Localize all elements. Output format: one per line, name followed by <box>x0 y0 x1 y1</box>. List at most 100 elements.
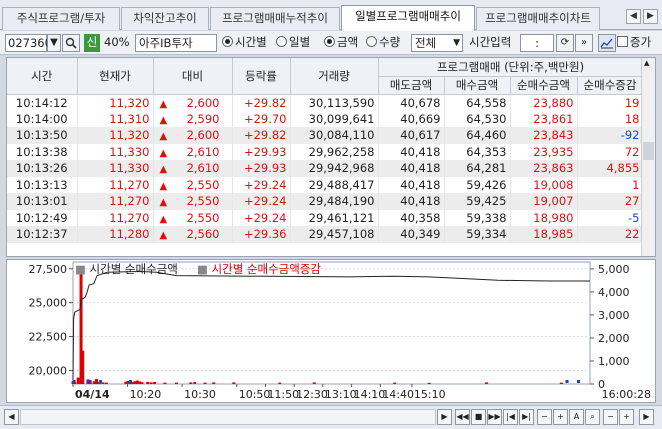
change-value-wrapper: 2,600 <box>170 96 220 110</box>
cell-volume: 29,461,121 <box>290 209 379 226</box>
table-row[interactable]: 10:14:00 11,310 ▲ 2,590 +29.70 30,099,641 40,6… <box>7 110 644 127</box>
header-buy[interactable]: 매수금액 <box>444 76 511 95</box>
legend-net-buy: ■ 시간별 순매수금액 <box>75 261 178 277</box>
bar-increase <box>95 378 99 384</box>
header-net-change[interactable]: 순매수증감 <box>577 76 644 95</box>
zoom-out-button[interactable]: − <box>537 409 552 425</box>
scroll-up-icon[interactable]: ▲ <box>644 59 649 67</box>
header-change[interactable]: 대비 <box>153 58 233 95</box>
tab-scroll-right-button[interactable]: ▶ <box>643 9 658 24</box>
up-triangle-icon: ▲ <box>159 114 168 126</box>
cell-net: 23,861 <box>510 110 578 127</box>
table-row[interactable]: 10:13:13 11,270 ▲ 2,550 +29.24 29,488,417 40,4… <box>7 176 644 193</box>
bar-decrease <box>128 380 132 383</box>
cell-buy: 64,460 <box>444 127 511 144</box>
cell-sell: 40,358 <box>378 209 445 226</box>
table-row[interactable]: 10:13:26 11,330 ▲ 2,610 +29.93 29,942,968 40,4… <box>7 160 644 177</box>
tab-program-trend-chart[interactable]: 프로그램매매추이차트 <box>476 7 600 30</box>
next-icon[interactable]: » <box>575 34 593 52</box>
stock-code-input[interactable]: 027360 <box>5 34 52 52</box>
magnifier-icon[interactable]: ⌕ <box>585 409 600 425</box>
zoom-plus-icon[interactable]: + <box>619 409 634 425</box>
bar-increase <box>278 382 282 384</box>
cell-change: ▲ 2,600 <box>153 127 233 144</box>
header-price[interactable]: 현재가 <box>77 58 154 95</box>
tab-daily-program-trend[interactable]: 일별프로그램매매추이 <box>341 5 475 31</box>
cell-time: 10:13:50 <box>7 127 78 144</box>
scroll-right-button[interactable]: ▶ <box>437 409 452 425</box>
chart-scroll-track[interactable] <box>20 409 436 425</box>
grid-vertical-scrollbar[interactable]: ▲ <box>641 58 655 256</box>
rewind-button[interactable]: ◀◀ <box>455 409 470 425</box>
cell-rate: +29.93 <box>232 143 291 160</box>
data-table: 시간 현재가 대비 등락률 거래량 프로그램매매 (단위:주,백만원) 매도금액… <box>7 58 644 243</box>
chevron-down-icon: ▼ <box>453 38 460 48</box>
legend-net-change: ■ 시간별 순매수금액증감 <box>197 261 321 277</box>
table-row[interactable]: 10:13:38 11,330 ▲ 2,610 +29.93 29,962,258 40,4… <box>7 143 644 160</box>
y-right-tick-label: 5,000 <box>598 263 630 276</box>
tab-stock-program-investor[interactable]: 주식프로그램/투자 <box>2 7 120 30</box>
program-trade-grid: 시간 현재가 대비 등락률 거래량 프로그램매매 (단위:주,백만원) 매도금액… <box>6 57 656 257</box>
step-forward-button[interactable]: ▶| <box>519 409 534 425</box>
tab-scroll-left-button[interactable]: ◀ <box>626 9 641 24</box>
header-sell[interactable]: 매도금액 <box>378 76 445 95</box>
cell-buy: 59,426 <box>444 176 511 193</box>
radio-time[interactable]: 시간별 <box>222 34 267 52</box>
radio-quantity[interactable]: 수량 <box>366 34 400 52</box>
zoom-in-button[interactable]: + <box>553 409 568 425</box>
scope-select-value: 전체 <box>415 36 437 50</box>
font-size-icon[interactable]: A <box>569 409 584 425</box>
change-value-wrapper: 2,610 <box>170 145 220 159</box>
legend-net-change-label: 시간별 순매수금액증감 <box>211 262 321 276</box>
header-net[interactable]: 순매수금액 <box>510 76 578 95</box>
header-volume[interactable]: 거래량 <box>290 58 379 95</box>
radio-amount[interactable]: 금액 <box>324 34 358 52</box>
up-triangle-icon: ▲ <box>159 131 168 143</box>
chart-toggle-icon[interactable] <box>598 34 616 52</box>
cell-delta: 19 <box>577 94 644 111</box>
stop-button[interactable]: ■ <box>471 409 486 425</box>
header-rate[interactable]: 등락률 <box>232 58 291 95</box>
time-input-field[interactable]: : <box>520 34 554 52</box>
radio-day-dot <box>276 36 287 47</box>
table-row[interactable]: 10:13:01 11,270 ▲ 2,550 +29.24 29,484,190 40,4… <box>7 193 644 210</box>
grid-scroll-thumb[interactable] <box>643 142 654 160</box>
change-value-wrapper: 2,600 <box>170 128 220 142</box>
bar-increase <box>153 381 157 384</box>
cell-price: 11,330 <box>77 160 154 177</box>
tab-bar: 주식프로그램/투자 차익잔고추이 프로그램매매누적추이 일별프로그램매매추이 프… <box>0 0 662 31</box>
step-back-button[interactable]: |◀ <box>503 409 518 425</box>
y-right-tick-label: 4,000 <box>598 286 630 299</box>
program-trade-chart: 27,500 25,000 22,500 20,000 5,000 4,000 3,000 2… <box>6 259 656 403</box>
x-tick-label: 12:30 <box>296 388 328 401</box>
scope-select[interactable]: 전체 ▼ <box>411 34 463 52</box>
cell-change: ▲ 2,610 <box>153 143 233 160</box>
radio-day[interactable]: 일별 <box>276 34 310 52</box>
cell-price: 11,330 <box>77 143 154 160</box>
fast-forward-button[interactable]: ▶▶ <box>487 409 502 425</box>
table-row[interactable]: 10:14:12 11,320 ▲ 2,600 +29.82 30,113,590 40,6… <box>7 94 644 111</box>
search-icon[interactable] <box>62 34 80 52</box>
header-time[interactable]: 시간 <box>7 58 78 95</box>
bar-increase <box>193 382 197 384</box>
tab-arbitrage-balance[interactable]: 차익잔고추이 <box>121 7 209 30</box>
table-row[interactable]: 10:13:50 11,320 ▲ 2,600 +29.82 30,084,110 40,6… <box>7 127 644 144</box>
radio-quantity-label: 수량 <box>379 35 401 49</box>
scroll-end-button[interactable]: ▶ <box>639 409 654 425</box>
cell-net: 23,843 <box>510 127 578 144</box>
scroll-left-button[interactable]: ◀ <box>4 409 19 425</box>
increase-checkbox[interactable]: 증가 <box>617 34 651 52</box>
code-dropdown-button[interactable]: ▼ <box>47 34 61 52</box>
x-tick-label: 15:10 <box>414 388 446 401</box>
tab-program-cumulative[interactable]: 프로그램매매누적추이 <box>210 7 340 30</box>
refresh-icon[interactable]: ⟳ <box>556 34 574 52</box>
chart-canvas[interactable]: 27,500 25,000 22,500 20,000 5,000 4,000 3,000 2… <box>7 260 655 402</box>
cell-buy: 59,425 <box>444 193 511 210</box>
cell-delta: -5 <box>577 209 644 226</box>
change-value-wrapper: 2,610 <box>170 161 220 175</box>
table-row[interactable]: 10:12:49 11,270 ▲ 2,550 +29.24 29,461,121 40,3… <box>7 209 644 226</box>
table-row[interactable]: 10:12:37 11,280 ▲ 2,560 +29.36 29,457,108 40,3… <box>7 226 644 243</box>
radio-quantity-dot <box>366 36 377 47</box>
change-value-wrapper: 2,590 <box>170 112 220 126</box>
zoom-minus-icon[interactable]: − <box>603 409 618 425</box>
